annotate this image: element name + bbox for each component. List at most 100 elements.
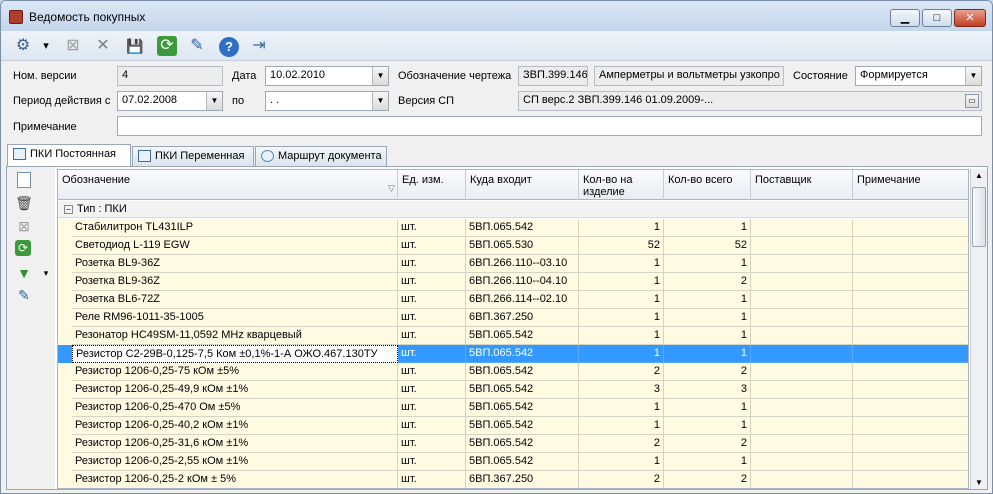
table-cell[interactable]: Резистор 1206-0,25-49,9 кОм ±1% [72, 381, 398, 399]
vertical-scrollbar[interactable]: ▲ ▼ [970, 169, 987, 489]
table-cell[interactable]: 1 [579, 417, 664, 435]
table-cell[interactable]: шт. [398, 417, 466, 435]
table-row[interactable]: Розетка BL9-36Z шт. 6ВП.266.110--04.10 1 2 [58, 273, 968, 291]
table-cell[interactable]: шт. [398, 345, 466, 363]
table-cell[interactable] [751, 345, 853, 363]
table-row[interactable]: Розетка BL6-72Z шт. 6ВП.266.114--02.10 1 1 [58, 291, 968, 309]
collapse-icon[interactable]: − [64, 205, 73, 214]
date-input[interactable]: 10.02.2010 ▼ [265, 66, 389, 86]
table-cell[interactable]: 5ВП.065.542 [466, 363, 579, 381]
table-cell[interactable]: шт. [398, 255, 466, 273]
table-cell[interactable]: Розетка BL9-36Z [72, 273, 398, 291]
table-cell[interactable]: Резистор 1206-0,25-31,6 кОм ±1% [72, 435, 398, 453]
table-cell[interactable]: 6ВП.266.114--02.10 [466, 291, 579, 309]
table-cell[interactable]: шт. [398, 273, 466, 291]
state-select[interactable]: Формируется ▼ [855, 66, 982, 86]
table-cell[interactable]: шт. [398, 453, 466, 471]
table-cell[interactable] [751, 273, 853, 291]
table-cell[interactable] [853, 435, 968, 453]
table-cell[interactable] [853, 417, 968, 435]
cancel-icon[interactable]: ⊠ [15, 217, 33, 235]
table-row[interactable]: Резистор 1206-0,25-49,9 кОм ±1% шт. 5ВП.06… [58, 381, 968, 399]
table-cell[interactable] [751, 255, 853, 273]
table-row[interactable]: Розетка BL9-36Z шт. 6ВП.266.110--03.10 1 1 [58, 255, 968, 273]
column-header[interactable]: Примечание [853, 170, 968, 200]
chevron-down-icon[interactable]: ▼ [965, 67, 981, 85]
table-cell[interactable]: 52 [664, 237, 751, 255]
note-input[interactable] [117, 116, 982, 136]
table-cell[interactable]: 2 [664, 363, 751, 381]
save-icon[interactable]: 💾 [123, 34, 147, 58]
column-header[interactable]: Ед. изм. [398, 170, 466, 200]
column-header[interactable]: Поставщик [751, 170, 853, 200]
scroll-thumb[interactable] [972, 187, 986, 247]
scroll-up-icon[interactable]: ▲ [975, 171, 983, 180]
table-cell[interactable]: 52 [579, 237, 664, 255]
table-cell[interactable]: Розетка BL6-72Z [72, 291, 398, 309]
table-cell[interactable]: 1 [664, 327, 751, 345]
table-cell[interactable]: 6ВП.367.250 [466, 309, 579, 327]
chevron-down-icon[interactable]: ▼ [372, 67, 388, 85]
table-cell[interactable] [853, 309, 968, 327]
table-cell[interactable]: шт. [398, 309, 466, 327]
period-to-input[interactable]: . . ▼ [265, 91, 389, 111]
table-cell[interactable]: Резонатор HC49SM-11,0592 MHz кварцевый [72, 327, 398, 345]
period-from-input[interactable]: 07.02.2008 ▼ [117, 91, 223, 111]
table-cell[interactable]: 5ВП.065.542 [466, 381, 579, 399]
table-cell[interactable] [853, 327, 968, 345]
table-cell[interactable] [751, 327, 853, 345]
tools-icon[interactable]: ⚙ [11, 34, 35, 58]
chevron-down-icon[interactable]: ▼ [206, 92, 222, 110]
table-cell[interactable] [853, 471, 968, 488]
table-cell[interactable]: 3 [579, 381, 664, 399]
table-cell[interactable]: 2 [579, 435, 664, 453]
table-cell[interactable]: 1 [664, 345, 751, 363]
table-cell[interactable] [853, 255, 968, 273]
table-row[interactable]: Реле RM96-1011-35-1005 шт. 6ВП.367.250 1 1 [58, 309, 968, 327]
table-row[interactable]: Резистор 1206-0,25-40,2 кОм ±1% шт. 5ВП.06… [58, 417, 968, 435]
tab-pki-const[interactable]: ПКИ Постоянная [7, 144, 131, 167]
table-cell[interactable]: 2 [664, 435, 751, 453]
table-cell[interactable]: 6ВП.266.110--04.10 [466, 273, 579, 291]
table-cell[interactable]: Резистор 1206-0,25-75 кОм ±5% [72, 363, 398, 381]
table-cell[interactable]: 5ВП.065.542 [466, 417, 579, 435]
table-row[interactable]: Резонатор HC49SM-11,0592 MHz кварцевый шт… [58, 327, 968, 345]
edit-icon[interactable]: ✎ [185, 34, 209, 58]
refresh-icon[interactable]: ⟳ [157, 36, 177, 56]
table-cell[interactable]: шт. [398, 363, 466, 381]
dropdown-arrow-icon[interactable]: ▾ [39, 34, 53, 58]
column-header[interactable]: Кол-во на изделие [579, 170, 664, 200]
table-cell[interactable]: 1 [579, 309, 664, 327]
table-cell[interactable]: 3 [664, 381, 751, 399]
table-cell[interactable] [751, 237, 853, 255]
table-cell[interactable]: 5ВП.065.542 [466, 399, 579, 417]
table-cell[interactable]: 2 [664, 471, 751, 488]
table-cell[interactable]: Розетка BL9-36Z [72, 255, 398, 273]
filter-icon[interactable]: ▼ [15, 264, 33, 282]
scroll-down-icon[interactable]: ▼ [975, 478, 983, 487]
table-cell[interactable]: Резистор С2-29В-0,125-7,5 Ком ±0,1%-1-А … [72, 345, 398, 363]
table-row[interactable]: Резистор 1206-0,25-470 Ом ±5% шт. 5ВП.065.… [58, 399, 968, 417]
table-cell[interactable]: 2 [579, 363, 664, 381]
table-cell[interactable] [751, 363, 853, 381]
new-doc-icon[interactable] [17, 172, 31, 188]
table-cell[interactable]: 6ВП.367.250 [466, 471, 579, 488]
table-cell[interactable]: шт. [398, 381, 466, 399]
exit-icon[interactable]: ⇥ [247, 34, 271, 58]
maximize-button[interactable]: □ [922, 9, 952, 27]
column-header[interactable]: Куда входит [466, 170, 579, 200]
table-cell[interactable]: 1 [579, 255, 664, 273]
table-cell[interactable]: шт. [398, 219, 466, 237]
minimize-button[interactable]: ▁ [890, 9, 920, 27]
table-cell[interactable]: 6ВП.266.110--03.10 [466, 255, 579, 273]
table-cell[interactable]: 1 [664, 309, 751, 327]
table-cell[interactable]: шт. [398, 237, 466, 255]
table-cell[interactable]: 1 [664, 219, 751, 237]
table-row[interactable]: Резистор 1206-0,25-75 кОм ±5% шт. 5ВП.065.… [58, 363, 968, 381]
table-row[interactable]: Резистор 1206-0,25-2,55 кОм ±1% шт. 5ВП.06… [58, 453, 968, 471]
table-cell[interactable]: 1 [664, 453, 751, 471]
table-cell[interactable] [853, 237, 968, 255]
table-cell[interactable]: 1 [579, 273, 664, 291]
table-cell[interactable]: 1 [579, 399, 664, 417]
table-cell[interactable] [853, 291, 968, 309]
